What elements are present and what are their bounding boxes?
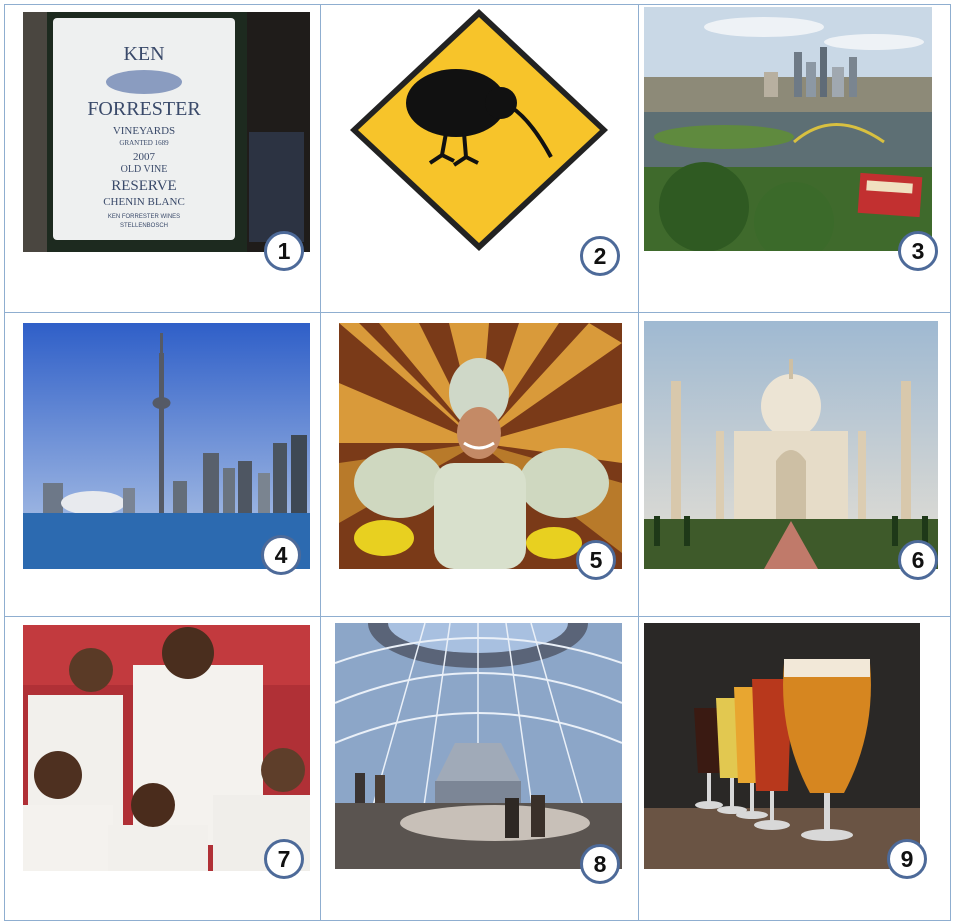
label-line: FORRESTER (87, 98, 201, 120)
number-badge: 6 (898, 540, 938, 580)
beer-flight-photo (644, 623, 920, 869)
label-line: RESERVE (111, 178, 176, 194)
tile-7: 7 (5, 617, 321, 921)
label-line: GRANTED 1689 (119, 139, 169, 147)
wine-bottle-photo: KEN FORRESTER VINEYARDS GRANTED 1689 200… (23, 12, 310, 252)
label-line: KEN (123, 43, 164, 65)
label-line: STELLENBOSCH (120, 223, 168, 229)
tile-2: 2 (321, 5, 639, 313)
image-grid: KEN FORRESTER VINEYARDS GRANTED 1689 200… (4, 4, 951, 921)
number-badge: 4 (261, 535, 301, 575)
domed-monument-photo (644, 321, 938, 569)
tile-1: KEN FORRESTER VINEYARDS GRANTED 1689 200… (5, 5, 321, 313)
number-badge: 7 (264, 839, 304, 879)
number-badge: 3 (898, 231, 938, 271)
skyline-tower-photo (23, 323, 310, 569)
tile-3: 3 (639, 5, 951, 313)
label-line: 2007 (133, 151, 156, 163)
number-badge: 8 (580, 844, 620, 884)
number-badge: 1 (264, 231, 304, 271)
kiwi-crossing-sign (346, 5, 612, 255)
number-badge: 9 (887, 839, 927, 879)
label-line: CHENIN BLANC (103, 196, 185, 208)
city-river-photo (644, 7, 932, 251)
label-line: VINEYARDS (113, 125, 175, 137)
number-badge: 5 (576, 540, 616, 580)
label-line: KEN FORRESTER WINES (108, 214, 180, 220)
glass-dome-photo (335, 623, 622, 869)
vocal-group-photo (23, 625, 310, 871)
tile-6: 6 (639, 313, 951, 617)
tile-9: 9 (639, 617, 951, 921)
number-badge: 2 (580, 236, 620, 276)
tile-8: 8 (321, 617, 639, 921)
label-line: OLD VINE (121, 164, 168, 175)
carnival-dancer-photo (339, 323, 622, 569)
tile-4: 4 (5, 313, 321, 617)
tile-5: 5 (321, 313, 639, 617)
